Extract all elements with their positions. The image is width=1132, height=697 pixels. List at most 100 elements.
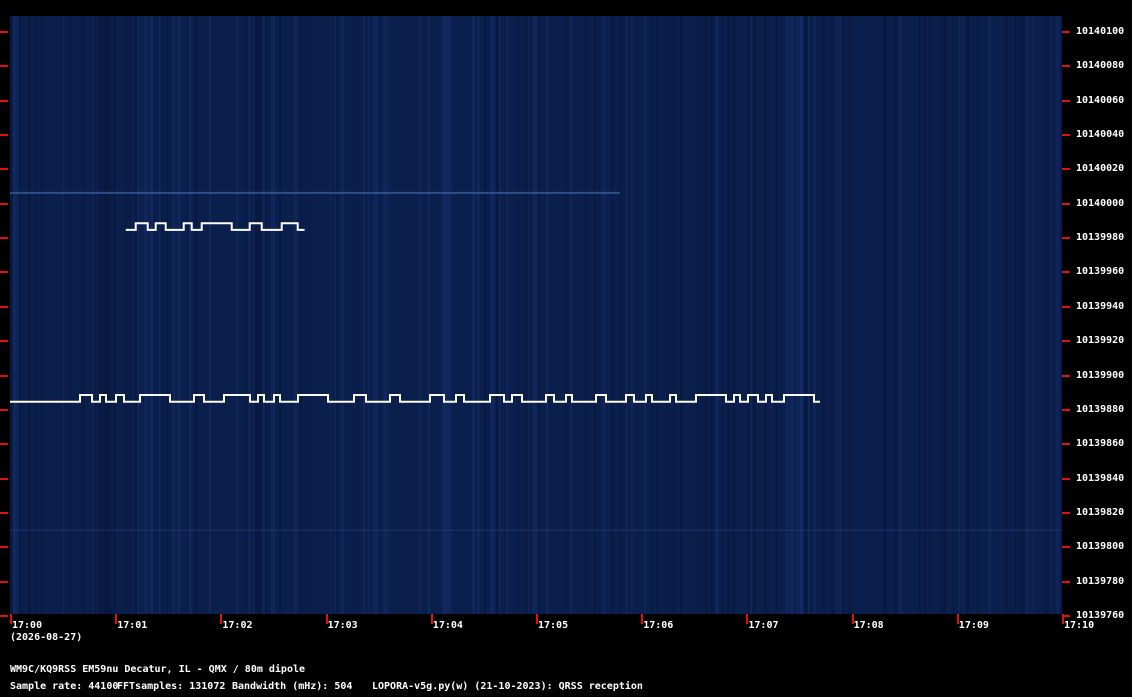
noise-streak [585,16,588,614]
noise-streak [140,16,142,614]
noise-streak [357,16,359,614]
noise-streak [630,16,633,614]
noise-streak [1014,16,1017,614]
noise-streak [532,16,535,614]
noise-streak [97,16,99,614]
fsk-signal [10,394,821,403]
noise-streak [1033,16,1035,614]
noise-streak [651,16,654,614]
noise-streak [124,16,127,614]
y-tick-label: 10139880 [1076,403,1125,415]
noise-streak [967,16,970,614]
y-tick-left [0,31,8,33]
noise-streak [128,16,131,614]
y-tick-left [0,443,8,446]
noise-streak [186,16,188,614]
noise-streak [978,16,980,614]
y-tick-label: 10139980 [1076,232,1125,244]
noise-streak [609,16,613,614]
noise-streak [143,16,147,614]
sample-rate: Sample rate: 44100 [10,681,119,692]
noise-streak [1021,16,1024,614]
noise-streak [105,16,108,614]
y-tick-left [0,237,8,240]
noise-streak [565,16,567,614]
noise-streak [537,16,540,614]
noise-streak [99,16,101,614]
noise-streak [705,16,708,614]
noise-streak [442,16,444,614]
noise-streak [236,16,239,614]
noise-streak [787,16,789,614]
noise-streak [716,16,719,614]
noise-streak [113,16,116,614]
noise-streak [923,16,927,614]
noise-streak [372,16,375,614]
x-tick-label: 17:04 [432,620,463,631]
y-tick-right [1062,511,1070,514]
noise-streak [40,16,43,614]
noise-streak [603,16,606,614]
y-tick-left [0,580,8,583]
noise-streak [940,16,943,614]
noise-streak [600,16,603,614]
y-tick-right [1062,340,1070,343]
carrier-line [10,191,620,194]
noise-streak [363,16,366,614]
noise-streak [839,16,843,614]
x-tick-label: 17:00 [12,620,43,631]
noise-streak [696,16,699,614]
noise-streak [107,16,110,614]
noise-streak [899,16,902,614]
x-tick-label: 17:05 [538,620,569,631]
noise-streak [772,16,775,614]
noise-streak [308,16,310,614]
noise-streak [1044,16,1047,614]
noise-streak [775,16,778,614]
noise-streak [18,16,22,614]
y-tick-label: 10139820 [1076,506,1125,518]
noise-streak [385,16,387,614]
noise-streak [988,16,991,614]
y-tick-label: 10140100 [1076,26,1125,37]
spectrogram-plot [10,16,1062,614]
noise-streak [1019,16,1022,614]
y-tick-right [1062,202,1070,205]
noise-streak [69,16,72,614]
noise-streak [262,16,265,614]
noise-streak [252,16,254,614]
noise-streak [443,16,446,614]
noise-streak [673,16,676,614]
noise-streak [208,16,211,614]
noise-streak [477,16,480,614]
noise-streak [278,16,282,614]
noise-streak [161,16,163,614]
fft-samples: FFTsamples: 131072 [117,681,226,692]
noise-streak [158,16,161,614]
y-tick-right [1062,580,1070,583]
y-tick-right [1062,99,1070,102]
noise-streak [593,16,597,614]
noise-streak [727,16,730,614]
noise-streak [944,16,947,614]
noise-streak [259,16,262,614]
noise-streak [266,16,268,614]
noise-streak [494,16,498,614]
noise-streak [518,16,520,614]
x-tick-label: 17:08 [853,620,884,631]
noise-streak [680,16,683,614]
noise-streak [484,16,487,614]
y-tick-left [0,271,8,274]
y-tick-right [1062,477,1070,480]
y-tick-left [0,340,8,343]
x-tick-label: 17:06 [643,620,674,631]
noise-streak [300,16,303,614]
y-tick-label: 10139920 [1076,335,1125,347]
noise-streak [13,16,16,614]
y-tick-label: 10140000 [1076,197,1125,209]
noise-streak [96,16,98,614]
y-tick-right [1062,65,1070,68]
noise-streak [146,16,149,614]
y-tick-left [0,614,8,617]
noise-streak [836,16,839,614]
